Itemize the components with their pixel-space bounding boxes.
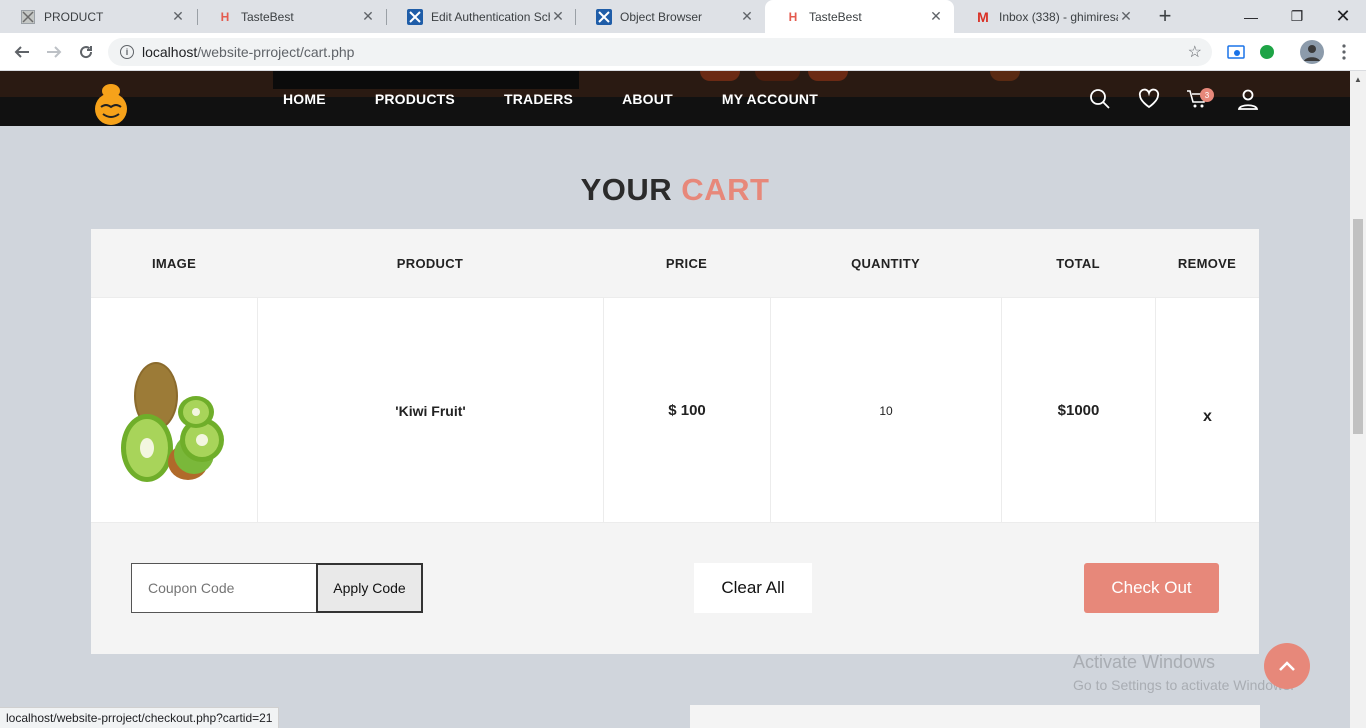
arrow-left-icon xyxy=(14,46,29,58)
url-path: /website-prroject/cart.php xyxy=(197,44,355,60)
close-tab-icon[interactable]: ✕ xyxy=(928,8,944,25)
site-header: HOME PRODUCTS TRADERS ABOUT MY ACCOUNT xyxy=(0,71,1350,126)
reload-button[interactable] xyxy=(74,40,98,64)
windows-activation-watermark: Activate Windows Go to Settings to activ… xyxy=(1073,652,1294,693)
tastebest-logo[interactable] xyxy=(92,81,130,125)
restore-button[interactable]: ❐ xyxy=(1274,0,1320,33)
scroll-to-top-button[interactable] xyxy=(1264,643,1310,689)
gmail-icon: M xyxy=(977,8,989,25)
cart-count-badge: 3 xyxy=(1200,88,1214,102)
close-tab-icon[interactable]: ✕ xyxy=(550,8,566,25)
new-tab-button[interactable]: + xyxy=(1153,4,1177,28)
apex-icon xyxy=(596,8,612,25)
heart-icon[interactable] xyxy=(1138,88,1160,110)
browser-tab-edit-auth[interactable]: Edit Authentication Sch ✕ xyxy=(387,0,576,33)
kiwi-fruit-image xyxy=(121,361,224,482)
scroll-up-icon[interactable]: ▲ xyxy=(1354,75,1362,84)
info-icon[interactable]: i xyxy=(120,45,134,59)
extension-leaf-icon[interactable] xyxy=(1258,43,1276,61)
site-h-icon: H xyxy=(220,9,230,24)
quantity-value[interactable]: 10 xyxy=(771,298,1002,523)
url-host: localhost xyxy=(142,44,198,60)
screenshot-extension-icon[interactable] xyxy=(1227,43,1245,61)
tab-title: TasteBest xyxy=(809,9,862,24)
close-tab-icon[interactable]: ✕ xyxy=(170,8,186,25)
nav-products[interactable]: PRODUCTS xyxy=(375,91,455,107)
search-icon[interactable] xyxy=(1089,88,1111,110)
nav-my-account[interactable]: MY ACCOUNT xyxy=(722,91,818,107)
column-header-remove: REMOVE xyxy=(1177,256,1237,271)
minimize-button[interactable]: — xyxy=(1228,0,1274,33)
close-tab-icon[interactable]: ✕ xyxy=(360,8,376,25)
page-title: YOUR CART xyxy=(0,172,1350,208)
close-window-button[interactable]: ✕ xyxy=(1320,0,1366,33)
browser-tab-object-browser[interactable]: Object Browser ✕ xyxy=(576,0,765,33)
nav-about[interactable]: ABOUT xyxy=(622,91,673,107)
clear-all-button[interactable]: Clear All xyxy=(694,563,812,613)
nav-home[interactable]: HOME xyxy=(283,91,326,107)
close-tab-icon[interactable]: ✕ xyxy=(739,8,755,25)
tab-title: PRODUCT xyxy=(44,9,104,24)
scrollbar-thumb[interactable] xyxy=(1353,219,1363,434)
browser-tab-gmail[interactable]: M Inbox (338) - ghimiresal ✕ xyxy=(955,0,1144,33)
title-part-1: YOUR xyxy=(580,172,673,207)
column-header-image: IMAGE xyxy=(151,256,197,271)
title-part-2: CART xyxy=(681,172,770,207)
main-nav: HOME PRODUCTS TRADERS ABOUT MY ACCOUNT xyxy=(283,91,867,107)
more-menu-icon[interactable] xyxy=(1336,43,1352,61)
browser-toolbar: i localhost/website-prroject/cart.php ☆ xyxy=(0,33,1366,71)
tab-title: Object Browser xyxy=(620,9,703,24)
reload-icon xyxy=(80,46,93,59)
browser-tab-tastebest-1[interactable]: H TasteBest ✕ xyxy=(197,0,386,33)
bookmark-star-icon[interactable]: ☆ xyxy=(1188,42,1202,62)
remove-item-button[interactable]: x xyxy=(1156,298,1259,523)
column-header-price: PRICE xyxy=(665,256,708,271)
table-row: 'Kiwi Fruit' $ 100 10 $1000 x xyxy=(91,297,1259,523)
browser-tab-tastebest-active[interactable]: H TasteBest ✕ xyxy=(765,0,954,33)
apply-code-button[interactable]: Apply Code xyxy=(316,563,423,613)
watermark-line-1: Activate Windows xyxy=(1073,652,1216,672)
product-name: 'Kiwi Fruit' xyxy=(258,298,604,523)
line-total: $1000 xyxy=(1002,298,1156,523)
product-price: $ 100 xyxy=(604,298,771,523)
check-out-button[interactable]: Check Out xyxy=(1084,563,1219,613)
column-header-quantity: QUANTITY xyxy=(851,256,920,271)
tab-title: TasteBest xyxy=(241,9,294,24)
profile-avatar-icon[interactable] xyxy=(1300,40,1324,64)
address-bar[interactable]: i localhost/website-prroject/cart.php ☆ xyxy=(108,38,1212,66)
column-header-product: PRODUCT xyxy=(396,256,464,271)
back-button[interactable] xyxy=(10,40,34,64)
tab-title: Edit Authentication Sch xyxy=(431,9,550,24)
apex-icon xyxy=(407,8,423,25)
cart-summary-box xyxy=(690,705,1260,728)
column-header-total: TOTAL xyxy=(1056,256,1100,271)
cart-actions: Apply Code Clear All Check Out xyxy=(91,523,1259,654)
watermark-line-2: Go to Settings to activate Windows. xyxy=(1073,677,1294,693)
table-header: IMAGE PRODUCT PRICE QUANTITY TOTAL REMOV… xyxy=(91,229,1259,297)
arrow-right-icon xyxy=(47,46,62,58)
nav-traders[interactable]: TRADERS xyxy=(504,91,573,107)
chevron-up-icon xyxy=(1279,661,1295,671)
browser-tab-bar: PRODUCT ✕ H TasteBest ✕ Edit Authenticat… xyxy=(0,0,1366,33)
page-scrollbar[interactable]: ▲ xyxy=(1350,71,1366,728)
forward-button[interactable] xyxy=(42,40,66,64)
cart-table: IMAGE PRODUCT PRICE QUANTITY TOTAL REMOV… xyxy=(91,229,1259,654)
browser-tab-product[interactable]: PRODUCT ✕ xyxy=(0,0,196,33)
coupon-code-input[interactable] xyxy=(131,563,317,613)
close-tab-icon[interactable]: ✕ xyxy=(1118,8,1134,25)
site-h-icon: H xyxy=(788,9,798,24)
user-icon[interactable] xyxy=(1237,88,1259,110)
tab-title: Inbox (338) - ghimiresal xyxy=(999,9,1118,24)
product-image-cell xyxy=(91,298,258,523)
placeholder-icon xyxy=(20,9,36,25)
status-bar: localhost/website-prroject/checkout.php?… xyxy=(0,707,280,728)
